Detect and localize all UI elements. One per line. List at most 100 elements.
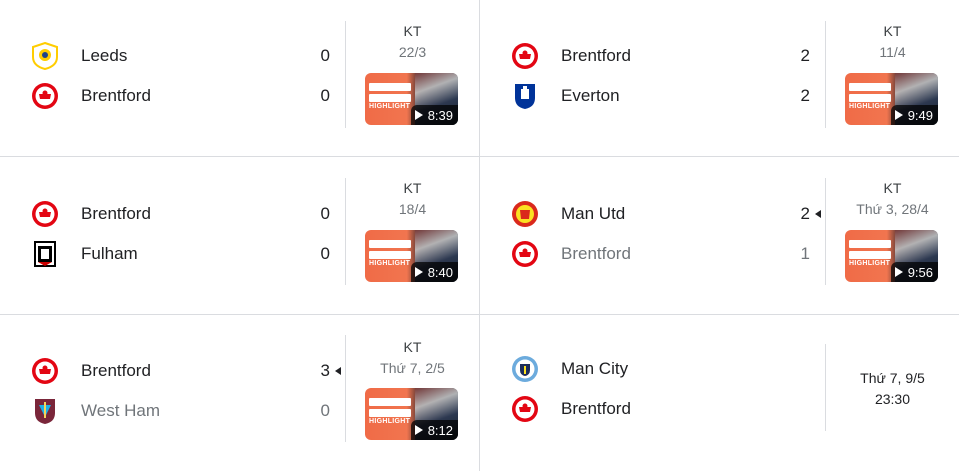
home-score: 3: [320, 361, 330, 380]
match-date: Thứ 7, 9/5: [860, 370, 925, 386]
match-status: KT: [883, 180, 902, 196]
match-date: 11/4: [879, 44, 906, 60]
thumbnail-highlight-label: HIGHLIGHT: [849, 103, 891, 110]
winner-indicator-icon: [335, 367, 341, 375]
thumbnail-highlight-label: HIGHLIGHT: [369, 418, 411, 425]
brentford-logo-icon: [510, 41, 540, 71]
match-date: 22/3: [398, 44, 427, 60]
video-duration: 8:40: [410, 262, 458, 282]
away-team[interactable]: Everton: [510, 81, 620, 111]
team-name: Leeds: [81, 46, 128, 65]
highlight-video-thumbnail[interactable]: HIGHLIGHT 8:12: [365, 388, 458, 440]
play-icon: [894, 267, 903, 277]
match-time: 23:30: [874, 391, 911, 407]
play-icon: [414, 425, 423, 435]
home-team[interactable]: Brentford: [30, 199, 151, 229]
man-utd-logo-icon: [510, 199, 540, 229]
away-team[interactable]: Brentford: [30, 81, 151, 111]
brentford-logo-icon: [30, 199, 60, 229]
match-card[interactable]: Brentford 3 West Ham 0 KT Thứ 7, 2/5 HIG…: [0, 315, 479, 472]
away-team[interactable]: Brentford: [510, 239, 631, 269]
duration-text: 9:56: [907, 264, 933, 280]
brentford-logo-icon: [30, 356, 60, 386]
matches-grid: Leeds 0 Brentford 0 KT 22/3 HIGHLIGHT 8:…: [0, 0, 959, 471]
thumbnail-banner: [849, 240, 891, 248]
team-name: West Ham: [81, 401, 161, 420]
highlight-video-thumbnail[interactable]: HIGHLIGHT 8:40: [365, 230, 458, 282]
team-name: Man City: [561, 359, 629, 378]
thumbnail-highlight-label: HIGHLIGHT: [849, 260, 891, 267]
thumbnail-banner: [369, 409, 411, 417]
home-team[interactable]: Man City: [510, 354, 628, 384]
match-status: KT: [883, 23, 902, 39]
away-score: 0: [320, 244, 330, 263]
thumbnail-banner: [369, 94, 411, 102]
match-card[interactable]: Man City Brentford Thứ 7, 9/5 23:30: [480, 315, 959, 472]
thumbnail-banner: [849, 94, 891, 102]
team-name: Fulham: [81, 244, 138, 263]
match-card[interactable]: Man Utd 2 Brentford 1 KT Thứ 3, 28/4 HIG…: [480, 157, 959, 314]
match-date: 18/4: [398, 201, 427, 217]
away-team[interactable]: Fulham: [30, 239, 138, 269]
fulham-logo-icon: [30, 239, 60, 269]
highlight-video-thumbnail[interactable]: HIGHLIGHT 9:49: [845, 73, 938, 125]
card-divider: [825, 344, 826, 431]
duration-text: 8:39: [427, 107, 453, 123]
thumbnail-highlight-label: HIGHLIGHT: [369, 103, 411, 110]
team-name: Brentford: [561, 46, 631, 65]
man-city-logo-icon: [510, 354, 540, 384]
thumbnail-banner: [369, 251, 411, 259]
home-score: 2: [800, 46, 810, 65]
everton-logo-icon: [510, 81, 540, 111]
team-name: Brentford: [81, 86, 151, 105]
thumbnail-banner: [369, 398, 411, 406]
video-duration: 9:56: [890, 262, 938, 282]
away-score: 2: [800, 86, 810, 105]
home-team[interactable]: Man Utd: [510, 199, 625, 229]
team-name: Brentford: [561, 399, 631, 418]
play-icon: [414, 267, 423, 277]
home-score: 0: [320, 204, 330, 223]
team-name: Brentford: [561, 244, 631, 263]
duration-text: 9:49: [907, 107, 933, 123]
home-team[interactable]: Leeds: [30, 41, 127, 71]
brentford-logo-icon: [510, 239, 540, 269]
thumbnail-banner: [369, 240, 411, 248]
video-duration: 8:12: [410, 420, 458, 440]
play-icon: [414, 110, 423, 120]
brentford-logo-icon: [510, 394, 540, 424]
home-score: 2: [800, 204, 810, 223]
video-duration: 9:49: [890, 105, 938, 125]
match-status: KT: [403, 180, 422, 196]
team-name: Brentford: [81, 204, 151, 223]
winner-indicator-icon: [815, 210, 821, 218]
home-team[interactable]: Brentford: [30, 356, 151, 386]
duration-text: 8:40: [427, 264, 453, 280]
team-name: Brentford: [81, 361, 151, 380]
match-card[interactable]: Brentford 2 Everton 2 KT 11/4 HIGHLIGHT …: [480, 0, 959, 157]
away-team[interactable]: West Ham: [30, 396, 160, 426]
team-name: Man Utd: [561, 204, 626, 223]
team-name: Everton: [561, 86, 620, 105]
highlight-video-thumbnail[interactable]: HIGHLIGHT 8:39: [365, 73, 458, 125]
away-score: 0: [320, 401, 330, 420]
thumbnail-banner: [849, 251, 891, 259]
video-duration: 8:39: [410, 105, 458, 125]
brentford-logo-icon: [30, 81, 60, 111]
away-team[interactable]: Brentford: [510, 394, 631, 424]
away-score: 1: [800, 244, 810, 263]
thumbnail-banner: [849, 83, 891, 91]
away-score: 0: [320, 86, 330, 105]
match-card[interactable]: Brentford 0 Fulham 0 KT 18/4 HIGHLIGHT 8…: [0, 157, 479, 314]
match-status: KT: [403, 339, 422, 355]
west-ham-logo-icon: [30, 396, 60, 426]
duration-text: 8:12: [427, 422, 453, 438]
thumbnail-highlight-label: HIGHLIGHT: [369, 260, 411, 267]
match-card[interactable]: Leeds 0 Brentford 0 KT 22/3 HIGHLIGHT 8:…: [0, 0, 479, 157]
match-date: Thứ 3, 28/4: [856, 201, 929, 217]
leeds-logo-icon: [30, 41, 60, 71]
match-status: KT: [403, 23, 422, 39]
home-team[interactable]: Brentford: [510, 41, 631, 71]
play-icon: [894, 110, 903, 120]
highlight-video-thumbnail[interactable]: HIGHLIGHT 9:56: [845, 230, 938, 282]
